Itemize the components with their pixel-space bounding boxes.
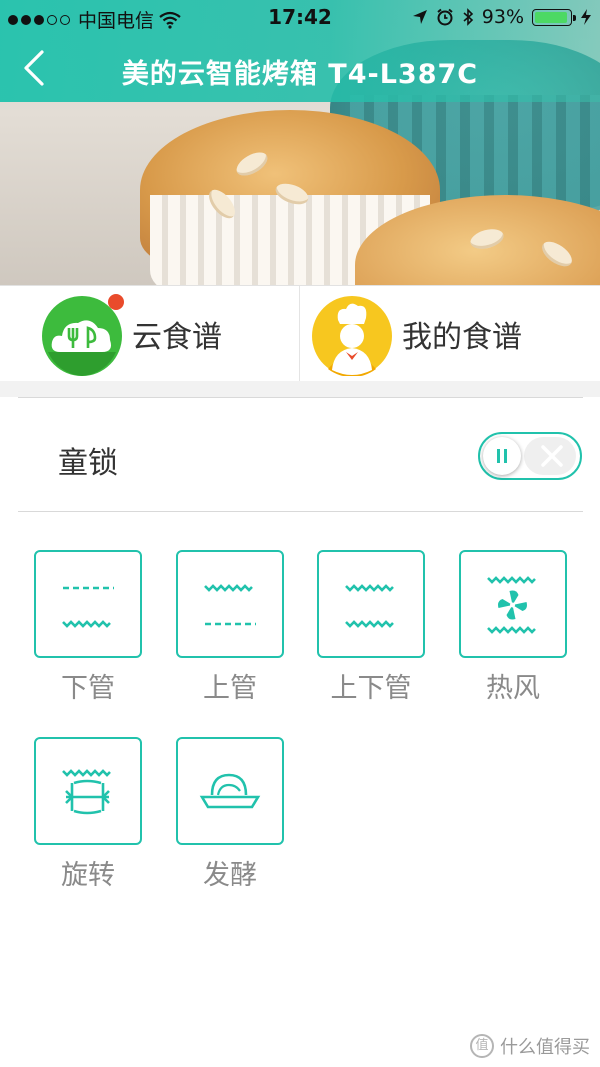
divider <box>18 397 583 398</box>
status-icons: 93% <box>412 6 592 28</box>
mode-label: 旋转 <box>61 860 115 891</box>
rotisserie-icon <box>62 769 111 815</box>
recipe-tabs: 云食谱 我的食谱 <box>0 285 600 382</box>
mode-label: 发酵 <box>203 860 257 891</box>
mode-box <box>34 737 142 845</box>
mode-label: 下管 <box>61 673 115 704</box>
alarm-icon <box>437 8 453 26</box>
site-watermark: 值 什么值得买 <box>470 1033 590 1059</box>
mode-box <box>34 550 142 658</box>
mode-label: 上下管 <box>330 673 412 704</box>
watermark-logo: 值 <box>470 1034 494 1058</box>
top-heater-icon <box>204 584 256 626</box>
bottom-heater-icon <box>62 586 114 628</box>
section-gap <box>0 381 600 397</box>
page-title: 美的云智能烤箱 T4-L387C <box>121 59 479 90</box>
mode-rotisserie[interactable]: 旋转 <box>34 737 142 892</box>
location-arrow-icon <box>412 10 427 24</box>
convection-fan-icon <box>487 576 536 634</box>
close-icon <box>541 445 563 467</box>
cloud-recipe-icon <box>40 292 124 376</box>
battery-level <box>535 11 567 23</box>
mode-top-heater[interactable]: 上管 <box>176 550 284 705</box>
mode-top-bottom-heater[interactable]: 上下管 <box>317 550 425 705</box>
mode-box <box>459 550 567 658</box>
toggle-knob <box>483 437 521 475</box>
mode-label: 热风 <box>486 673 540 704</box>
divider <box>18 511 583 512</box>
header-bar: 中国电信 17:42 93% 美的云智能烤箱 T4-L387C <box>0 0 600 102</box>
child-lock-label: 童锁 <box>58 446 118 481</box>
battery-percent: 93% <box>481 6 524 28</box>
mode-box <box>176 737 284 845</box>
child-lock-toggle[interactable] <box>478 432 582 480</box>
status-bar: 中国电信 17:42 93% <box>0 0 600 33</box>
mode-convection[interactable]: 热风 <box>459 550 567 705</box>
top-bottom-heater-icon <box>345 584 394 628</box>
mode-box <box>317 550 425 658</box>
mode-proofing[interactable]: 发酵 <box>176 737 284 892</box>
mode-bottom-heater[interactable]: 下管 <box>34 550 142 705</box>
tab-my-recipes[interactable]: 我的食谱 <box>300 286 600 382</box>
tab-cloud-recipes[interactable]: 云食谱 <box>0 286 300 382</box>
watermark-text: 什么值得买 <box>500 1037 590 1058</box>
mode-box <box>176 550 284 658</box>
bluetooth-icon <box>463 8 473 26</box>
tab-label: 云食谱 <box>132 320 222 355</box>
tab-label: 我的食谱 <box>402 320 522 355</box>
chef-icon <box>310 292 394 377</box>
charging-bolt-icon <box>581 9 591 25</box>
new-badge <box>108 294 124 310</box>
battery-icon <box>532 8 576 26</box>
proofing-icon <box>199 773 261 809</box>
mode-label: 上管 <box>203 673 257 704</box>
